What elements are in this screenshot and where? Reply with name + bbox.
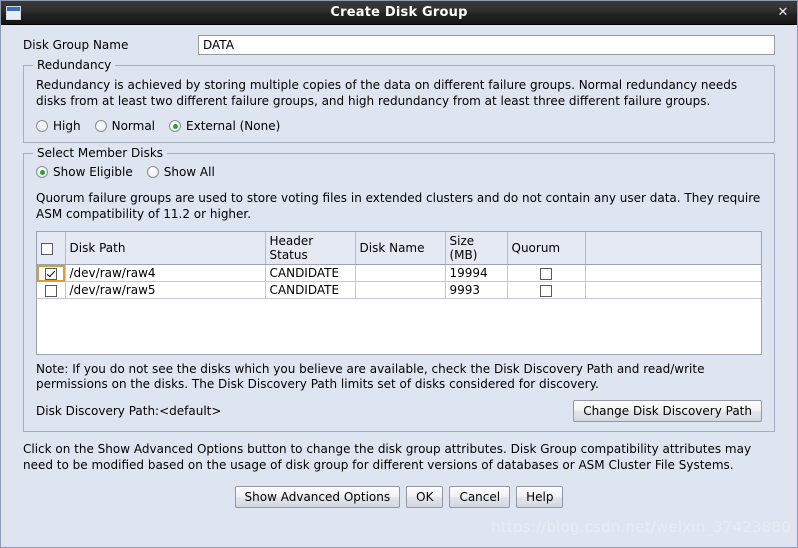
change-disk-discovery-path-button[interactable]: Change Disk Discovery Path bbox=[573, 400, 762, 422]
radio-icon bbox=[169, 120, 182, 132]
column-quorum[interactable]: Quorum bbox=[507, 232, 586, 265]
column-filler bbox=[585, 232, 761, 265]
member-disks-table: Disk Path Header Status Disk Name Size (… bbox=[37, 232, 761, 299]
disk-group-name-input[interactable] bbox=[198, 35, 775, 55]
cell-quorum[interactable] bbox=[507, 264, 586, 282]
quorum-checkbox[interactable] bbox=[540, 284, 552, 297]
row-select-cell[interactable] bbox=[37, 281, 66, 299]
column-disk-name[interactable]: Disk Name bbox=[355, 232, 446, 265]
select-member-disks-group: Select Member Disks Show Eligible Show A… bbox=[23, 146, 775, 432]
footer-description: Click on the Show Advanced Options butto… bbox=[23, 442, 752, 472]
radio-redundancy-high[interactable]: High bbox=[36, 119, 81, 133]
redundancy-legend: Redundancy bbox=[33, 58, 116, 72]
table-row[interactable]: /dev/raw/raw5 CANDIDATE 9993 bbox=[37, 281, 761, 299]
window-title: Create Disk Group bbox=[330, 5, 468, 20]
table-header-row: Disk Path Header Status Disk Name Size (… bbox=[37, 232, 761, 265]
window-titlebar: Create Disk Group ✕ bbox=[1, 1, 797, 25]
redundancy-description: Redundancy is achieved by storing multip… bbox=[36, 78, 738, 108]
disk-discovery-note: Note: If you do not see the disks which … bbox=[36, 362, 705, 391]
row-select-cell[interactable] bbox=[37, 264, 66, 282]
watermark-text: https://blog.csdn.net/weixin_37423880 bbox=[491, 518, 791, 536]
cell-size-mb: 19994 bbox=[445, 264, 508, 282]
radio-show-all[interactable]: Show All bbox=[146, 165, 215, 179]
column-size-mb[interactable]: Size (MB) bbox=[445, 232, 508, 265]
cancel-button[interactable]: Cancel bbox=[449, 486, 511, 508]
cell-header-status: CANDIDATE bbox=[265, 281, 356, 299]
cell-disk-name bbox=[355, 264, 446, 282]
table-body: /dev/raw/raw4 CANDIDATE 19994 /dev/raw/r… bbox=[37, 264, 761, 299]
row-select-checkbox[interactable] bbox=[44, 284, 57, 297]
row-select-checkbox[interactable] bbox=[44, 267, 57, 280]
cell-header-status: CANDIDATE bbox=[265, 264, 356, 282]
cell-disk-path: /dev/raw/raw5 bbox=[65, 281, 266, 299]
close-icon[interactable]: ✕ bbox=[773, 3, 793, 22]
quorum-checkbox[interactable] bbox=[540, 267, 552, 280]
cell-filler bbox=[585, 264, 761, 282]
create-disk-group-dialog: Create Disk Group ✕ Disk Group Name Redu… bbox=[0, 0, 798, 548]
disk-discovery-path-label: Disk Discovery Path:<default> bbox=[36, 404, 222, 418]
radio-show-eligible[interactable]: Show Eligible bbox=[36, 165, 133, 179]
radio-redundancy-external[interactable]: External (None) bbox=[169, 119, 280, 133]
radio-label: Show All bbox=[163, 165, 215, 179]
radio-label: High bbox=[53, 119, 81, 133]
disk-filter-radio-group: Show Eligible Show All bbox=[34, 165, 764, 179]
column-header-status[interactable]: Header Status bbox=[265, 232, 356, 265]
table-header: Disk Path Header Status Disk Name Size (… bbox=[37, 232, 761, 265]
radio-icon bbox=[36, 166, 48, 178]
cell-size-mb: 9993 bbox=[445, 281, 508, 299]
footer-button-bar: Show Advanced Options OK Cancel Help bbox=[1, 486, 797, 508]
select-all-checkbox[interactable] bbox=[41, 242, 53, 255]
radio-label: Normal bbox=[111, 119, 156, 133]
table-row[interactable]: /dev/raw/raw4 CANDIDATE 19994 bbox=[37, 264, 761, 282]
disk-group-name-label: Disk Group Name bbox=[23, 38, 129, 52]
member-disks-legend: Select Member Disks bbox=[33, 146, 168, 160]
radio-label: External (None) bbox=[186, 119, 281, 133]
member-disks-table-container[interactable]: Disk Path Header Status Disk Name Size (… bbox=[36, 231, 762, 355]
radio-redundancy-normal[interactable]: Normal bbox=[94, 119, 156, 133]
discovery-path-row: Disk Discovery Path:<default> Change Dis… bbox=[36, 400, 762, 422]
cell-disk-path: /dev/raw/raw4 bbox=[65, 264, 266, 282]
show-advanced-options-button[interactable]: Show Advanced Options bbox=[234, 486, 401, 508]
help-button[interactable]: Help bbox=[516, 486, 564, 508]
radio-icon bbox=[36, 120, 48, 132]
cell-quorum[interactable] bbox=[507, 281, 586, 299]
disk-group-name-row: Disk Group Name bbox=[1, 25, 797, 55]
column-select-all[interactable] bbox=[37, 232, 66, 265]
cell-filler bbox=[585, 281, 761, 299]
window-icon bbox=[6, 5, 21, 20]
redundancy-group: Redundancy Redundancy is achieved by sto… bbox=[23, 58, 775, 143]
radio-icon bbox=[94, 120, 107, 132]
ok-button[interactable]: OK bbox=[406, 486, 444, 508]
column-disk-path[interactable]: Disk Path bbox=[65, 232, 266, 265]
radio-label: Show Eligible bbox=[53, 165, 133, 179]
dialog-content: Disk Group Name Redundancy Redundancy is… bbox=[1, 25, 797, 547]
quorum-note: Quorum failure groups are used to store … bbox=[36, 191, 761, 221]
radio-icon bbox=[146, 166, 159, 178]
cell-disk-name bbox=[355, 281, 446, 299]
redundancy-radio-group: High Normal External (None) bbox=[34, 119, 764, 133]
